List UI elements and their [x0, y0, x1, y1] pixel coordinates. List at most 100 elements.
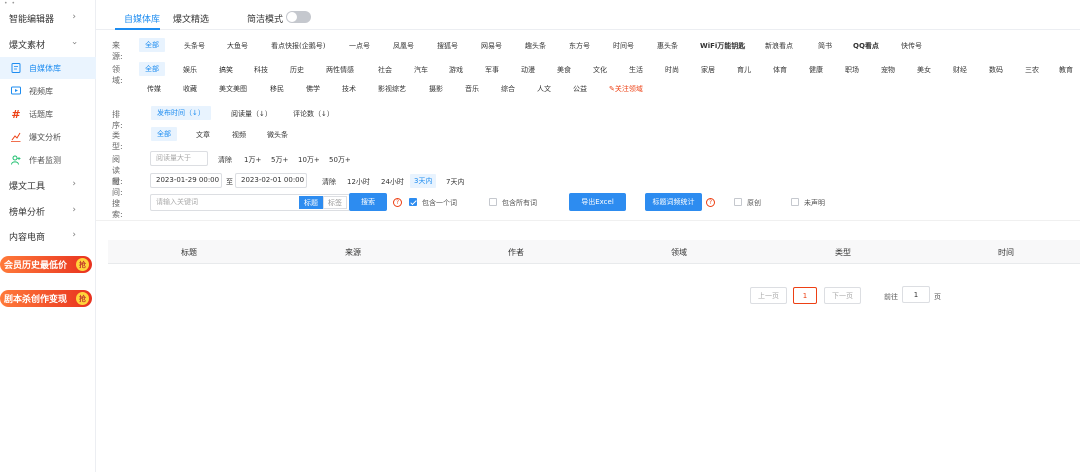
- field-option[interactable]: 生活: [629, 65, 643, 75]
- title-stats-button[interactable]: 标题词频统计: [645, 193, 702, 211]
- sidebar-subitem-author-monitor[interactable]: 作者监测: [0, 149, 96, 171]
- contains-all-checkbox[interactable]: [489, 198, 497, 206]
- source-option[interactable]: 惠头条: [657, 41, 678, 51]
- read-option[interactable]: 1万+: [244, 155, 261, 165]
- follow-field-link[interactable]: ✎关注领域: [609, 84, 643, 94]
- goto-page-input[interactable]: 1: [902, 286, 930, 303]
- source-option[interactable]: 头条号: [184, 41, 205, 51]
- tab-hot-picks[interactable]: 爆文精选: [173, 12, 209, 25]
- field-option[interactable]: 搞笑: [219, 65, 233, 75]
- field-option[interactable]: 收藏: [183, 84, 197, 94]
- promo-banner-member[interactable]: 会员历史最低价 抢: [0, 256, 92, 273]
- field-option[interactable]: 历史: [290, 65, 304, 75]
- sort-option[interactable]: 发布时间（↓）: [151, 106, 211, 120]
- help-icon[interactable]: ?: [393, 198, 402, 207]
- field-option[interactable]: 音乐: [465, 84, 479, 94]
- search-button[interactable]: 搜索: [349, 193, 387, 211]
- time-option[interactable]: 3天内: [410, 174, 437, 188]
- source-option[interactable]: 快传号: [901, 41, 922, 51]
- field-option[interactable]: 人文: [537, 84, 551, 94]
- next-page-button[interactable]: 下一页: [824, 287, 861, 304]
- source-option[interactable]: 大鱼号: [227, 41, 248, 51]
- page-number-current[interactable]: 1: [793, 287, 817, 304]
- help-icon[interactable]: ?: [706, 198, 715, 207]
- sidebar-subitem-hot-analysis[interactable]: 爆文分析: [0, 126, 96, 148]
- type-option[interactable]: 微头条: [267, 130, 288, 140]
- field-option[interactable]: 教育: [1059, 65, 1073, 75]
- sidebar-subitem-topic-lib[interactable]: # 话题库: [0, 103, 96, 125]
- time-option[interactable]: 12小时: [347, 177, 370, 187]
- field-option[interactable]: 健康: [809, 65, 823, 75]
- field-option[interactable]: 育儿: [737, 65, 751, 75]
- source-option[interactable]: 简书: [818, 41, 832, 51]
- type-option[interactable]: 文章: [196, 130, 210, 140]
- sidebar-subitem-video-lib[interactable]: 视频库: [0, 80, 96, 102]
- field-option[interactable]: 财经: [953, 65, 967, 75]
- field-option[interactable]: 游戏: [449, 65, 463, 75]
- tab-media-lib[interactable]: 自媒体库: [124, 12, 160, 25]
- field-option[interactable]: 军事: [485, 65, 499, 75]
- time-clear-option[interactable]: 清除: [322, 177, 336, 187]
- field-option[interactable]: 体育: [773, 65, 787, 75]
- type-option[interactable]: 全部: [151, 127, 177, 141]
- read-clear-option[interactable]: 清除: [218, 155, 232, 165]
- source-option[interactable]: 凤凰号: [393, 41, 414, 51]
- read-option[interactable]: 50万+: [329, 155, 351, 165]
- field-option[interactable]: 宠物: [881, 65, 895, 75]
- date-end-input[interactable]: 2023-02-01 00:00: [235, 173, 307, 188]
- read-option[interactable]: 5万+: [271, 155, 288, 165]
- source-option[interactable]: 看点快报(企鹅号): [271, 41, 325, 51]
- source-option[interactable]: QQ看点: [853, 41, 879, 51]
- source-option[interactable]: 趣头条: [525, 41, 546, 51]
- undeclared-checkbox[interactable]: [791, 198, 799, 206]
- field-option[interactable]: 摄影: [429, 84, 443, 94]
- sidebar-subitem-media-lib[interactable]: 自媒体库: [0, 57, 96, 79]
- field-option[interactable]: 综合: [501, 84, 515, 94]
- search-scope-tag[interactable]: 标签: [323, 196, 347, 209]
- field-option[interactable]: 职场: [845, 65, 859, 75]
- field-option[interactable]: 三农: [1025, 65, 1039, 75]
- source-option[interactable]: WiFi万能钥匙: [700, 41, 745, 51]
- simple-mode-toggle[interactable]: [286, 11, 311, 23]
- source-option[interactable]: 网易号: [481, 41, 502, 51]
- source-option[interactable]: 一点号: [349, 41, 370, 51]
- field-option[interactable]: 两性情感: [326, 65, 354, 75]
- date-start-input[interactable]: 2023-01-29 00:00: [150, 173, 222, 188]
- time-option[interactable]: 7天内: [446, 177, 464, 187]
- field-option[interactable]: 美文美图: [219, 84, 247, 94]
- source-option[interactable]: 时间号: [613, 41, 634, 51]
- field-option[interactable]: 移民: [270, 84, 284, 94]
- field-option[interactable]: 全部: [139, 62, 165, 76]
- time-option[interactable]: 24小时: [381, 177, 404, 187]
- field-option[interactable]: 美女: [917, 65, 931, 75]
- field-option[interactable]: 美食: [557, 65, 571, 75]
- field-option[interactable]: 传媒: [147, 84, 161, 94]
- export-excel-button[interactable]: 导出Excel: [569, 193, 626, 211]
- field-option[interactable]: 时尚: [665, 65, 679, 75]
- contains-one-checkbox[interactable]: [409, 198, 417, 206]
- field-option[interactable]: 佛学: [306, 84, 320, 94]
- field-option[interactable]: 家居: [701, 65, 715, 75]
- source-option[interactable]: 全部: [139, 38, 165, 52]
- type-option[interactable]: 视频: [232, 130, 246, 140]
- sidebar-item-smart-editor[interactable]: 智能编辑器 ›: [0, 8, 96, 28]
- field-option[interactable]: 文化: [593, 65, 607, 75]
- field-option[interactable]: 科技: [254, 65, 268, 75]
- field-option[interactable]: 数码: [989, 65, 1003, 75]
- sidebar-item-ecommerce[interactable]: 内容电商 ›: [0, 226, 96, 246]
- field-option[interactable]: 技术: [342, 84, 356, 94]
- sidebar-item-ranking[interactable]: 榜单分析 ›: [0, 201, 96, 221]
- source-option[interactable]: 新浪看点: [765, 41, 793, 51]
- field-option[interactable]: 影视综艺: [378, 84, 406, 94]
- read-option[interactable]: 10万+: [298, 155, 320, 165]
- original-checkbox[interactable]: [734, 198, 742, 206]
- field-option[interactable]: 汽车: [414, 65, 428, 75]
- promo-banner-script[interactable]: 剧本杀创作变现 抢: [0, 290, 92, 307]
- prev-page-button[interactable]: 上一页: [750, 287, 787, 304]
- sidebar-item-hot-material[interactable]: 爆文素材 ›: [0, 34, 96, 54]
- read-count-input[interactable]: 阅读量大于: [150, 151, 208, 166]
- sort-option[interactable]: 阅读量（↓）: [231, 109, 272, 119]
- field-option[interactable]: 社会: [378, 65, 392, 75]
- search-scope-title[interactable]: 标题: [299, 196, 323, 209]
- field-option[interactable]: 公益: [573, 84, 587, 94]
